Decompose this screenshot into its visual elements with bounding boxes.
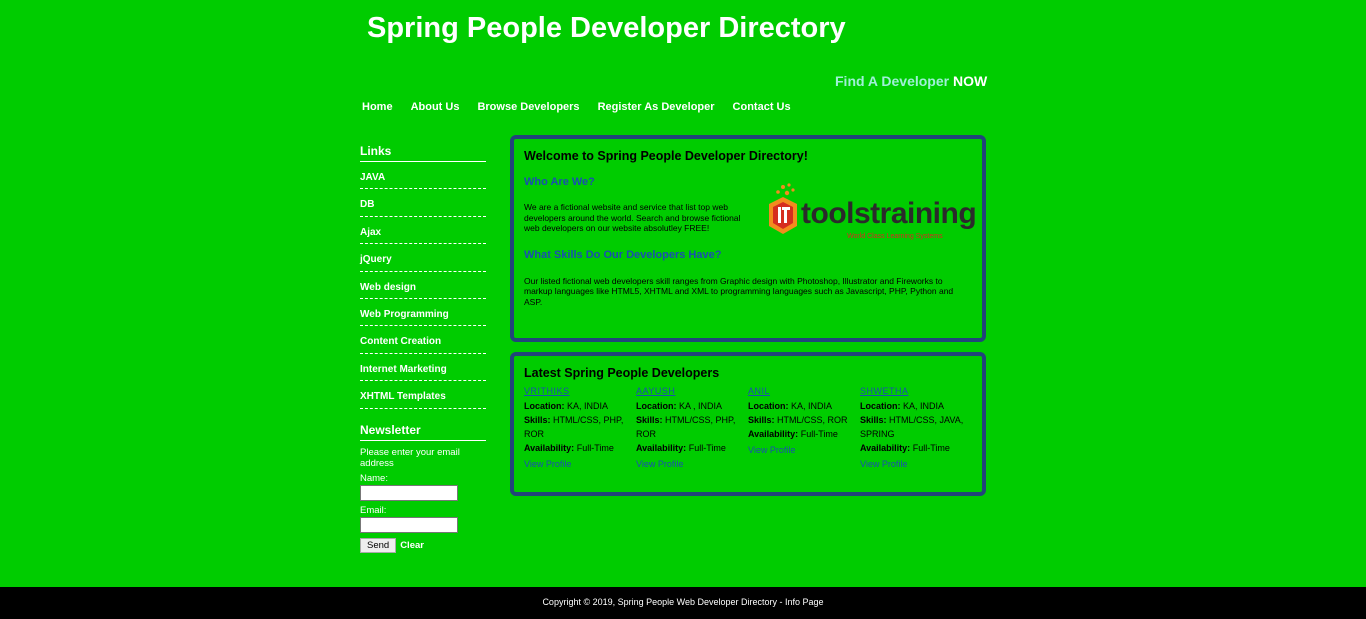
main-nav: Home About Us Browse Developers Register… [362, 101, 791, 113]
footer: Copyright © 2019, Spring People Web Deve… [0, 587, 1366, 619]
location-value: KA, INDIA [567, 401, 609, 411]
developer-card: VRITHIKS Location: KA, INDIA Skills: HTM… [524, 384, 636, 471]
developer-location: Location: KA, INDIA [860, 399, 972, 413]
developer-name[interactable]: ANIL [748, 384, 860, 398]
links-heading: Links [360, 144, 486, 162]
availability-value: Full-Time [688, 443, 726, 453]
sidebar-link[interactable]: DB [360, 199, 374, 210]
availability-label: Availability: [636, 443, 687, 453]
sidebar-link[interactable]: Web design [360, 282, 416, 293]
availability-label: Availability: [524, 443, 575, 453]
sidebar-link[interactable]: Internet Marketing [360, 364, 447, 375]
nav-contact[interactable]: Contact Us [733, 101, 791, 113]
toolstraining-logo: toolstraining World Class Learning Syste… [767, 183, 977, 243]
newsletter-heading: Newsletter [360, 423, 486, 441]
location-value: KA, INDIA [791, 401, 833, 411]
developer-skills: Skills: HTML/CSS, PHP, ROR [636, 413, 748, 441]
view-profile-link[interactable]: View Profile [636, 457, 748, 471]
availability-label: Availability: [748, 429, 799, 439]
location-label: Location: [860, 401, 901, 411]
sidebar-link-item: XHTML Templates [360, 381, 486, 409]
sidebar-link[interactable]: JAVA [360, 172, 385, 183]
latest-title: Latest Spring People Developers [524, 366, 720, 380]
sidebar-link-item: Content Creation [360, 326, 486, 354]
sidebar-link-item: Ajax [360, 217, 486, 245]
sidebar-link[interactable]: Ajax [360, 227, 381, 238]
developer-grid: VRITHIKS Location: KA, INDIA Skills: HTM… [524, 384, 972, 471]
nav-browse[interactable]: Browse Developers [477, 101, 579, 113]
availability-value: Full-Time [800, 429, 838, 439]
location-value: KA, INDIA [903, 401, 945, 411]
latest-developers-box: Latest Spring People Developers VRITHIKS… [510, 352, 986, 496]
email-field[interactable] [360, 516, 458, 533]
developer-availability: Availability: Full-Time [860, 441, 972, 455]
site-title: Spring People Developer Directory [367, 12, 846, 44]
sidebar-link-item: jQuery [360, 244, 486, 272]
developer-availability: Availability: Full-Time [636, 441, 748, 455]
view-profile-link[interactable]: View Profile [524, 457, 636, 471]
nav-about[interactable]: About Us [411, 101, 460, 113]
footer-copyright: Copyright © 2019, Spring People Web Deve… [542, 597, 824, 607]
nav-home[interactable]: Home [362, 101, 393, 113]
sidebar-link[interactable]: jQuery [360, 254, 392, 265]
welcome-title: Welcome to Spring People Developer Direc… [524, 149, 808, 163]
developer-availability: Availability: Full-Time [524, 441, 636, 455]
tagline-now: NOW [952, 73, 988, 89]
skills-label: Skills: [636, 415, 663, 425]
developer-name[interactable]: AAYUSH [636, 384, 748, 398]
sidebar-link[interactable]: Content Creation [360, 336, 441, 347]
developer-location: Location: KA , INDIA [636, 399, 748, 413]
sidebar-link-item: Web Programming [360, 299, 486, 327]
location-label: Location: [636, 401, 677, 411]
form-buttons: Send Clear [360, 537, 486, 553]
newsletter-section: Newsletter Please enter your email addre… [360, 423, 486, 553]
developer-card: SHWETHA Location: KA, INDIA Skills: HTML… [860, 384, 972, 471]
tagline: Find A Developer NOW [835, 73, 987, 89]
availability-label: Availability: [860, 443, 911, 453]
sidebar-link-item: Internet Marketing [360, 354, 486, 382]
email-label: Email: [360, 504, 387, 516]
logo-subtext: World Class Learning Systems [847, 233, 943, 240]
skills-label: Skills: [860, 415, 887, 425]
developer-skills: Skills: HTML/CSS, JAVA, SPRING [860, 413, 972, 441]
developer-name[interactable]: SHWETHA [860, 384, 972, 398]
location-value: KA , INDIA [679, 401, 723, 411]
send-button[interactable]: Send [360, 537, 397, 553]
developer-card: AAYUSH Location: KA , INDIA Skills: HTML… [636, 384, 748, 471]
newsletter-text: Please enter your email address [360, 446, 460, 469]
skills-heading: What Skills Do Our Developers Have? [524, 248, 722, 261]
developer-name[interactable]: VRITHIKS [524, 384, 636, 398]
links-list: JAVA DB Ajax jQuery Web design Web Progr… [360, 162, 486, 409]
tagline-main: Find A Developer [835, 73, 950, 89]
sidebar-link-item: Web design [360, 272, 486, 299]
sidebar-link[interactable]: XHTML Templates [360, 391, 446, 402]
skills-text: Our listed fictional web developers skil… [524, 275, 954, 307]
clear-button[interactable]: Clear [400, 540, 424, 551]
welcome-box: Welcome to Spring People Developer Direc… [510, 135, 986, 342]
view-profile-link[interactable]: View Profile [748, 443, 860, 457]
sidebar-link-item: JAVA [360, 162, 486, 190]
skills-value: HTML/CSS, ROR [777, 415, 848, 425]
developer-card: ANIL Location: KA, INDIA Skills: HTML/CS… [748, 384, 860, 471]
name-label: Name: [360, 472, 388, 484]
sidebar: Links JAVA DB Ajax jQuery Web design Web… [360, 144, 486, 553]
location-label: Location: [748, 401, 789, 411]
view-profile-link[interactable]: View Profile [860, 457, 972, 471]
logo-text: toolstraining [801, 197, 977, 230]
who-text: We are a fictional website and service t… [524, 202, 741, 233]
developer-location: Location: KA, INDIA [748, 399, 860, 413]
skills-label: Skills: [524, 415, 551, 425]
location-label: Location: [524, 401, 565, 411]
developer-availability: Availability: Full-Time [748, 427, 860, 441]
developer-skills: Skills: HTML/CSS, ROR [748, 413, 860, 427]
sidebar-link-item: DB [360, 189, 486, 217]
skills-label: Skills: [748, 415, 775, 425]
availability-value: Full-Time [576, 443, 614, 453]
availability-value: Full-Time [912, 443, 950, 453]
name-field[interactable] [360, 484, 458, 501]
developer-location: Location: KA, INDIA [524, 399, 636, 413]
sidebar-link[interactable]: Web Programming [360, 309, 449, 320]
nav-register[interactable]: Register As Developer [598, 101, 715, 113]
developer-skills: Skills: HTML/CSS, PHP, ROR [524, 413, 636, 441]
